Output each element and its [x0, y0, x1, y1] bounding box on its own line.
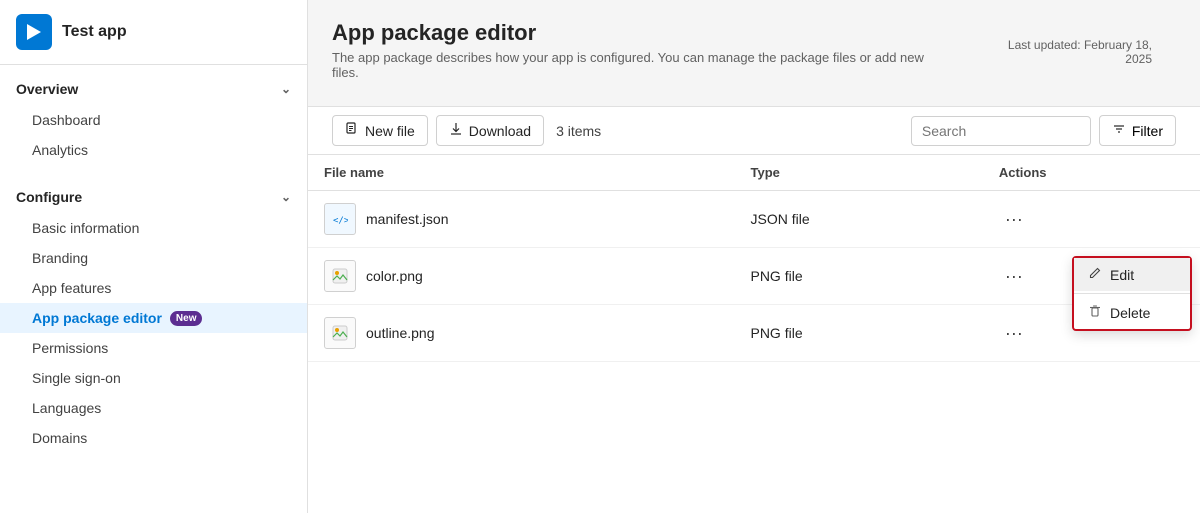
delete-label: Delete [1110, 305, 1150, 321]
download-button[interactable]: Download [436, 115, 544, 146]
file-type-cell: JSON file [734, 191, 982, 248]
nav-section-overview-label: Overview [16, 81, 78, 97]
sidebar-item-languages[interactable]: Languages [0, 393, 307, 423]
table-header-row: File name Type Actions [308, 155, 1200, 191]
sidebar-item-domains[interactable]: Domains [0, 423, 307, 453]
title-block: App package editor The app package descr… [332, 20, 954, 94]
png-file-icon-2 [324, 317, 356, 349]
delete-icon [1088, 304, 1102, 321]
col-actions: Actions [983, 155, 1200, 191]
edit-label: Edit [1110, 267, 1134, 283]
file-name-cell: </> manifest.json [308, 191, 734, 248]
file-name-2: color.png [366, 268, 423, 284]
actions-menu-button-3[interactable]: ··· [999, 321, 1029, 346]
file-cell-2: color.png [324, 260, 718, 292]
new-file-label: New file [365, 123, 415, 139]
actions-cell-1: ··· [983, 191, 1200, 248]
file-table-container: File name Type Actions </> manifest.json [308, 155, 1200, 513]
col-type: Type [734, 155, 982, 191]
last-updated: Last updated: February 18, 2025 [954, 20, 1176, 66]
file-name-cell-2: color.png [308, 248, 734, 305]
sidebar: Test app Overview ⌄ Dashboard Analytics … [0, 0, 308, 513]
sidebar-item-permissions[interactable]: Permissions [0, 333, 307, 363]
filter-button[interactable]: Filter [1099, 115, 1176, 146]
edit-icon [1088, 266, 1102, 283]
table-row: outline.png PNG file ··· [308, 305, 1200, 362]
filter-icon [1112, 122, 1126, 139]
actions-cell-2: ··· Edit [983, 248, 1200, 305]
file-name-cell-3: outline.png [308, 305, 734, 362]
main-content: App package editor The app package descr… [308, 0, 1200, 513]
file-cell: </> manifest.json [324, 203, 718, 235]
new-badge: New [170, 311, 203, 326]
header-top-row: App package editor The app package descr… [332, 20, 1176, 94]
file-type-cell-3: PNG file [734, 305, 982, 362]
new-file-icon [345, 122, 359, 139]
toolbar: New file Download 3 items Filter [308, 106, 1200, 155]
context-menu-divider [1074, 293, 1190, 294]
actions-menu-button-2[interactable]: ··· [999, 264, 1029, 289]
sidebar-item-single-sign-on[interactable]: Single sign-on [0, 363, 307, 393]
col-filename: File name [308, 155, 734, 191]
context-menu: Edit Delete [1072, 256, 1192, 331]
main-header: App package editor The app package descr… [308, 0, 1200, 106]
file-type-cell-2: PNG file [734, 248, 982, 305]
new-file-button[interactable]: New file [332, 115, 428, 146]
sidebar-item-app-package-editor[interactable]: App package editor New [0, 303, 307, 333]
file-table: File name Type Actions </> manifest.json [308, 155, 1200, 362]
sidebar-item-branding[interactable]: Branding [0, 243, 307, 273]
file-name-3: outline.png [366, 325, 435, 341]
nav-section-overview-header[interactable]: Overview ⌄ [0, 73, 307, 105]
app-name: Test app [62, 23, 127, 41]
context-menu-delete[interactable]: Delete [1074, 296, 1190, 329]
file-cell-3: outline.png [324, 317, 718, 349]
json-file-icon: </> [324, 203, 356, 235]
png-file-icon [324, 260, 356, 292]
toolbar-right: Filter [911, 115, 1176, 146]
nav-section-configure-header[interactable]: Configure ⌄ [0, 181, 307, 213]
items-count: 3 items [544, 123, 613, 139]
chevron-down-icon: ⌄ [281, 82, 291, 96]
nav-section-configure-label: Configure [16, 189, 82, 205]
nav-section-overview: Overview ⌄ Dashboard Analytics [0, 65, 307, 173]
sidebar-item-row: App package editor New [32, 310, 291, 326]
nav-section-configure: Configure ⌄ Basic information Branding A… [0, 173, 307, 461]
download-icon [449, 122, 463, 139]
svg-text:</>: </> [333, 216, 348, 226]
chevron-down-icon-configure: ⌄ [281, 190, 291, 204]
app-icon [16, 14, 52, 50]
page-subtitle: The app package describes how your app i… [332, 50, 954, 80]
page-title: App package editor [332, 20, 954, 46]
sidebar-item-dashboard[interactable]: Dashboard [0, 105, 307, 135]
table-row: color.png PNG file ··· [308, 248, 1200, 305]
filter-label: Filter [1132, 123, 1163, 139]
sidebar-item-analytics[interactable]: Analytics [0, 135, 307, 165]
file-name: manifest.json [366, 211, 448, 227]
sidebar-item-basic-information[interactable]: Basic information [0, 213, 307, 243]
actions-menu-button-1[interactable]: ··· [999, 207, 1029, 232]
context-menu-edit[interactable]: Edit [1074, 258, 1190, 291]
download-label: Download [469, 123, 531, 139]
search-input[interactable] [911, 116, 1091, 146]
app-header: Test app [0, 0, 307, 65]
sidebar-item-app-features[interactable]: App features [0, 273, 307, 303]
table-row: </> manifest.json JSON file ··· [308, 191, 1200, 248]
